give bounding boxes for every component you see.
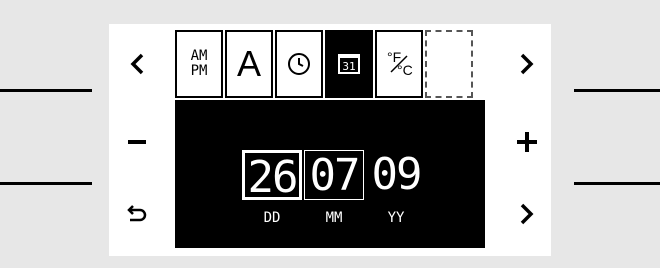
- year-value[interactable]: 09: [366, 150, 426, 200]
- ampm-label: AM PM: [191, 49, 208, 79]
- plus-icon: [517, 132, 537, 152]
- font-tile[interactable]: A: [225, 30, 273, 98]
- left-bottom-divider: [0, 182, 92, 185]
- ampm-tile[interactable]: AM PM: [175, 30, 223, 98]
- date-digits: 26 07 09: [242, 150, 426, 203]
- fahrenheit-celsius-icon: °F °C: [387, 50, 413, 78]
- celsius-label: °C: [397, 62, 413, 78]
- day-label: DD: [263, 210, 281, 226]
- date-tile[interactable]: 31: [325, 30, 373, 98]
- back-button[interactable]: [117, 194, 157, 234]
- chevron-right-icon: [520, 203, 534, 225]
- month-value[interactable]: 07: [304, 150, 364, 201]
- day-value[interactable]: 26: [242, 150, 302, 203]
- settings-tile-row: AM PM A 31 °F °C: [175, 30, 475, 100]
- calendar-icon: 31: [338, 54, 360, 74]
- next-button-top[interactable]: [507, 44, 547, 84]
- chevron-right-icon: [520, 53, 534, 75]
- clock-tile[interactable]: [275, 30, 323, 98]
- am-label: AM: [190, 48, 208, 64]
- right-top-divider: [574, 89, 660, 92]
- chevron-left-icon: [130, 53, 144, 75]
- month-label: MM: [325, 210, 343, 226]
- undo-arrow-icon: [127, 205, 147, 222]
- minus-icon: [128, 140, 146, 144]
- temperature-unit-tile[interactable]: °F °C: [375, 30, 423, 98]
- empty-tile[interactable]: [425, 30, 473, 98]
- calendar-day-label: 31: [342, 60, 355, 73]
- pm-label: PM: [190, 63, 208, 79]
- prev-button[interactable]: [117, 44, 157, 84]
- font-a-label: A: [236, 43, 261, 84]
- left-top-divider: [0, 89, 92, 92]
- right-bottom-divider: [574, 182, 660, 185]
- minus-button[interactable]: [117, 122, 157, 162]
- next-button-bottom[interactable]: [507, 194, 547, 234]
- plus-button[interactable]: [507, 122, 547, 162]
- year-label: YY: [387, 210, 405, 226]
- clock-icon: [288, 53, 310, 75]
